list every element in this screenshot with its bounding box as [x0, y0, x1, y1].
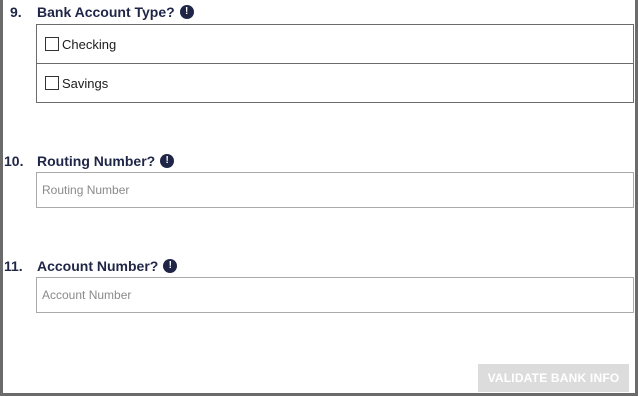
- savings-checkbox[interactable]: [45, 76, 59, 90]
- question-number-9: 9.: [10, 4, 22, 20]
- checking-label: Checking: [62, 36, 117, 52]
- question-number-11: 11.: [4, 258, 23, 274]
- account-number-input[interactable]: [36, 277, 634, 313]
- savings-option[interactable]: Savings: [36, 63, 634, 103]
- validate-bank-info-button[interactable]: VALIDATE BANK INFO: [478, 364, 629, 392]
- question-number-10: 10.: [4, 153, 24, 169]
- account-number-label: Account Number? !: [37, 258, 178, 274]
- info-icon[interactable]: !: [179, 5, 194, 19]
- savings-label: Savings: [62, 75, 109, 91]
- routing-number-label: Routing Number? !: [37, 153, 175, 169]
- account-number-label-text: Account Number?: [37, 258, 159, 274]
- routing-number-input[interactable]: [36, 172, 634, 208]
- checking-checkbox[interactable]: [45, 37, 59, 51]
- bank-account-type-label: Bank Account Type? !: [37, 4, 194, 20]
- checking-option[interactable]: Checking: [36, 24, 634, 64]
- bank-account-type-label-text: Bank Account Type?: [37, 4, 175, 20]
- info-icon[interactable]: !: [160, 154, 175, 168]
- info-icon[interactable]: !: [163, 259, 178, 273]
- routing-number-label-text: Routing Number?: [37, 153, 156, 169]
